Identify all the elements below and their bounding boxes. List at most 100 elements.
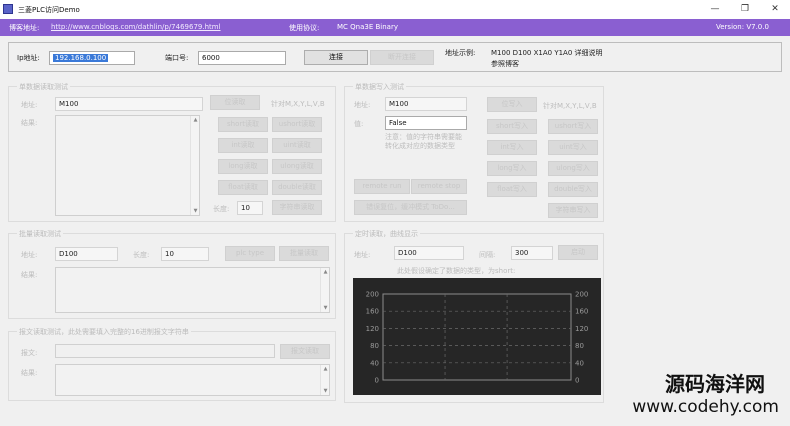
- error-reset-button[interactable]: 错误复位，缓冲模式 ToDo...: [354, 200, 467, 215]
- read-length-label: 长度:: [213, 205, 230, 213]
- maximize-button[interactable]: ❐: [730, 2, 760, 17]
- read-result-label: 结果:: [21, 119, 38, 127]
- read-address-label: 地址:: [21, 101, 38, 109]
- remote-stop-button[interactable]: remote stop: [411, 179, 467, 194]
- batch-address-input[interactable]: D100: [55, 247, 118, 261]
- write-address-input[interactable]: M100: [385, 97, 467, 111]
- read-result-textarea[interactable]: ▲ ▼: [55, 115, 200, 216]
- app-icon: [3, 4, 13, 14]
- batch-length-label: 长度:: [133, 251, 150, 259]
- close-button[interactable]: ✕: [760, 2, 790, 17]
- connection-panel: Ip地址: 192.168.0.100 端口号: 6000 连接 断开连接 地址…: [8, 42, 782, 72]
- batch-address-label: 地址:: [21, 251, 38, 259]
- title-bar: 三菱PLC访问Demo — ❐ ✕: [0, 0, 790, 19]
- example-link[interactable]: 参照博客: [491, 59, 519, 69]
- remote-run-button[interactable]: remote run: [354, 179, 410, 194]
- single-write-title: 单数据写入测试: [353, 82, 406, 92]
- message-read-button[interactable]: 报文读取: [280, 344, 330, 359]
- message-read-group: 报文读取测试，此处需要填入完整的16进制报文字符串 报文: 报文读取 结果: ▲…: [8, 327, 336, 401]
- example-value: M100 D100 X1A0 Y1A0 详细说明: [491, 49, 603, 57]
- message-input[interactable]: [55, 344, 275, 358]
- ulong-read-button[interactable]: ulong读取: [272, 159, 322, 174]
- batch-read-title: 批量读取测试: [17, 229, 63, 239]
- ip-input[interactable]: 192.168.0.100: [49, 51, 135, 65]
- connect-button[interactable]: 连接: [304, 50, 368, 65]
- start-button[interactable]: 启动: [558, 245, 598, 260]
- string-write-button[interactable]: 字符串写入: [548, 203, 598, 218]
- watermark-line2: www.codehy.com: [632, 397, 779, 417]
- chart-ytick-right: 160: [575, 308, 588, 316]
- int-read-button[interactable]: int读取: [218, 138, 268, 153]
- chart-ytick-left: 160: [366, 308, 379, 316]
- chart-ytick-left: 200: [366, 291, 379, 299]
- chart-ytick-right: 0: [575, 377, 579, 385]
- uint-read-button[interactable]: uint读取: [272, 138, 322, 153]
- double-read-button[interactable]: double读取: [272, 180, 322, 195]
- double-write-button[interactable]: double写入: [548, 182, 598, 197]
- batch-result-label: 结果:: [21, 271, 38, 279]
- minimize-button[interactable]: —: [700, 2, 730, 17]
- timed-address-input[interactable]: D100: [394, 246, 464, 260]
- blog-label: 博客地址:: [9, 24, 40, 32]
- watermark: 源码海洋网 www.codehy.com: [585, 372, 785, 426]
- string-read-button[interactable]: 字符串读取: [272, 200, 322, 215]
- chart-ytick-right: 120: [575, 325, 588, 333]
- ushort-write-button[interactable]: ushort写入: [548, 119, 598, 134]
- message-read-title: 报文读取测试，此处需要填入完整的16进制报文字符串: [17, 327, 191, 337]
- long-write-button[interactable]: long写入: [487, 161, 537, 176]
- curve-chart: 200 200 160 160 120 120 80 80 40 40 0 0: [353, 278, 601, 395]
- single-read-group: 单数据读取测试 地址: M100 结果: ▲ ▼ 位读取 针对M,X,Y,L,V,…: [8, 82, 336, 222]
- ushort-read-button[interactable]: ushort读取: [272, 117, 322, 132]
- disconnect-button[interactable]: 断开连接: [370, 50, 434, 65]
- write-value-input[interactable]: False: [385, 116, 467, 130]
- write-note: 注意：值的字符串需要能转化成对应的数据类型: [385, 133, 462, 150]
- blog-link[interactable]: http://www.cnblogs.com/dathlin/p/7469679…: [51, 23, 221, 31]
- info-bar: 博客地址: http://www.cnblogs.com/dathlin/p/7…: [0, 19, 790, 36]
- batch-length-input[interactable]: 10: [161, 247, 209, 261]
- batch-read-group: 批量读取测试 地址: D100 长度: 10 plc type 批量读取 结果:…: [8, 229, 336, 319]
- long-read-button[interactable]: long读取: [218, 159, 268, 174]
- write-value-label: 值:: [354, 120, 364, 128]
- port-input[interactable]: 6000: [198, 51, 286, 65]
- chart-ytick-left: 120: [366, 325, 379, 333]
- batch-result-textarea[interactable]: ▲ ▼: [55, 267, 330, 313]
- interval-label: 间隔:: [479, 251, 496, 259]
- timed-address-label: 地址:: [354, 251, 371, 259]
- curve-chart-svg: 200 200 160 160 120 120 80 80 40 40 0 0: [366, 291, 589, 385]
- batch-result-scrollbar[interactable]: ▲ ▼: [320, 268, 329, 312]
- read-result-scrollbar[interactable]: ▲ ▼: [190, 116, 199, 215]
- protocol-value: MC Qna3E Binary: [337, 23, 398, 31]
- chart-ytick-left: 40: [370, 359, 379, 367]
- message-result-textarea[interactable]: ▲ ▼: [55, 364, 330, 396]
- short-read-button[interactable]: short读取: [218, 117, 268, 132]
- uint-write-button[interactable]: uint写入: [548, 140, 598, 155]
- chart-ytick-right: 40: [575, 359, 584, 367]
- message-result-scrollbar[interactable]: ▲ ▼: [320, 365, 329, 395]
- chart-ytick-right: 80: [575, 342, 584, 350]
- chart-plot-frame: [382, 293, 572, 381]
- write-note-side: 针对M,X,Y,L,V,B: [543, 102, 597, 110]
- bit-read-button[interactable]: 位读取: [210, 95, 260, 110]
- batch-read-button[interactable]: 批量读取: [279, 246, 329, 261]
- ip-label: Ip地址:: [17, 54, 40, 62]
- float-write-button[interactable]: float写入: [487, 182, 537, 197]
- port-label: 端口号:: [165, 54, 189, 62]
- interval-input[interactable]: 300: [511, 246, 553, 260]
- int-write-button[interactable]: int写入: [487, 140, 537, 155]
- short-write-button[interactable]: short写入: [487, 119, 537, 134]
- bit-write-button[interactable]: 位写入: [487, 97, 537, 112]
- chart-ytick-right: 200: [575, 291, 588, 299]
- chart-ytick-left: 0: [375, 377, 379, 385]
- float-read-button[interactable]: float读取: [218, 180, 268, 195]
- plc-type-button[interactable]: plc type: [225, 246, 275, 261]
- message-label: 报文:: [21, 349, 38, 357]
- chart-ytick-left: 80: [370, 342, 379, 350]
- message-result-label: 结果:: [21, 369, 38, 377]
- ulong-write-button[interactable]: ulong写入: [548, 161, 598, 176]
- read-address-input[interactable]: M100: [55, 97, 203, 111]
- window-title: 三菱PLC访问Demo: [18, 6, 80, 14]
- read-length-input[interactable]: 10: [237, 201, 263, 215]
- single-read-title: 单数据读取测试: [17, 82, 70, 92]
- version-text: Version: V7.0.0: [716, 23, 769, 31]
- read-note: 针对M,X,Y,L,V,B: [271, 100, 325, 108]
